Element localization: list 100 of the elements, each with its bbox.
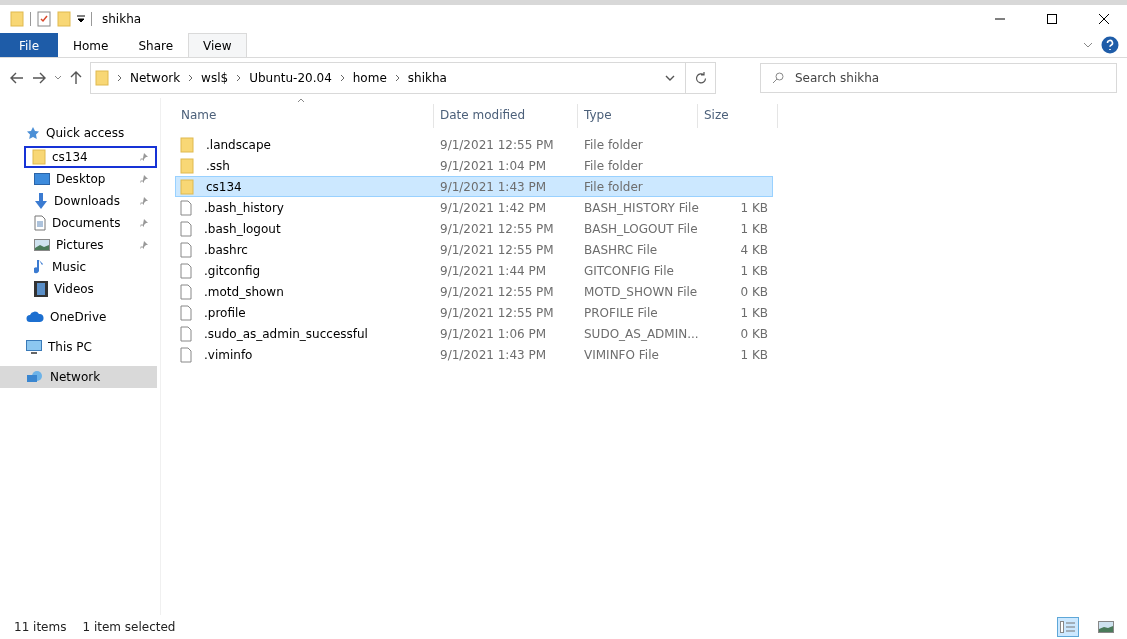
date-cell-text: 9/1/2021 1:06 PM — [439, 326, 548, 341]
nav-pane-item[interactable]: Documents — [0, 212, 157, 234]
recent-locations-button[interactable] — [54, 75, 62, 81]
back-button[interactable] — [10, 72, 24, 84]
date-cell-text: 9/1/2021 12:55 PM — [439, 284, 555, 299]
chevron-right-icon — [236, 74, 242, 82]
file-icon — [180, 220, 192, 237]
folder-icon — [95, 70, 109, 86]
breadcrumb-link[interactable]: Ubuntu-20.04 — [249, 71, 332, 85]
nav-pane-label: Network — [50, 370, 102, 384]
file-row[interactable]: .bashrc 9/1/2021 12:55 PM BASHRC File 4 KB — [175, 239, 773, 260]
date-cell-text: 9/1/2021 1:43 PM — [439, 179, 548, 194]
size-cell-text: 4 KB — [739, 242, 769, 257]
folder-icon — [180, 157, 194, 174]
nav-pane-label: Videos — [54, 282, 95, 296]
pin-icon[interactable] — [139, 240, 149, 250]
pin-icon[interactable] — [139, 152, 149, 162]
sort-ascending-icon — [297, 98, 305, 103]
nav-pane-item[interactable]: OneDrive — [0, 306, 157, 328]
size-cell-text: 1 KB — [739, 347, 769, 362]
music-note-icon — [34, 259, 46, 275]
column-header[interactable]: Size — [698, 104, 778, 128]
cloud-icon — [26, 311, 44, 323]
nav-pane-label: This PC — [48, 340, 93, 354]
file-menu-tab[interactable]: File — [0, 33, 58, 57]
ribbon-tab[interactable]: View — [188, 33, 247, 57]
file-row[interactable]: .landscape 9/1/2021 12:55 PM File folder — [175, 134, 773, 155]
chevron-right-icon — [339, 74, 345, 82]
type-cell-text: File folder — [583, 137, 644, 152]
properties-icon[interactable] — [37, 11, 51, 27]
date-cell-text: 9/1/2021 12:55 PM — [439, 242, 555, 257]
breadcrumb-link[interactable]: shikha — [407, 71, 447, 85]
file-row[interactable]: .viminfo 9/1/2021 1:43 PM VIMINFO File 1 KB — [175, 344, 773, 365]
type-cell-text: File folder — [583, 158, 644, 173]
file-name: .landscape — [205, 137, 271, 152]
ribbon-tab[interactable]: Home — [58, 33, 124, 57]
refresh-icon — [694, 72, 707, 84]
nav-pane-item[interactable]: Music — [0, 256, 157, 278]
date-cell-text: 9/1/2021 1:04 PM — [439, 158, 548, 173]
breadcrumb-link[interactable]: wsl$ — [201, 71, 229, 85]
file-row[interactable]: .gitconfig 9/1/2021 1:44 PM GITCONFIG File 1 KB — [175, 260, 773, 281]
item-count: 11 items — [14, 620, 67, 634]
size-cell-text: 0 KB — [739, 326, 769, 341]
ribbon-tab[interactable]: Share — [123, 33, 189, 57]
type-cell-text: BASH_LOGOUT File — [583, 221, 698, 236]
column-header[interactable]: Date modified — [434, 104, 578, 128]
dropdown-chevron-icon[interactable] — [665, 75, 675, 81]
breadcrumb-link[interactable]: home — [352, 71, 387, 85]
file-name: .bash_logout — [203, 221, 281, 236]
folder-icon — [180, 136, 194, 153]
type-cell-text: BASH_HISTORY File — [583, 200, 698, 215]
nav-pane-label: Downloads — [54, 194, 121, 208]
nav-pane-item[interactable]: Pictures — [0, 234, 157, 256]
close-icon — [1099, 14, 1109, 24]
details-view-button[interactable] — [1057, 617, 1079, 637]
pin-icon[interactable] — [139, 196, 149, 206]
nav-pane-item[interactable]: Downloads — [0, 190, 157, 212]
file-row[interactable]: .sudo_as_admin_successful 9/1/2021 1:06 PM SUDO_AS_ADMIN... 0 KB — [175, 323, 773, 344]
date-cell-text: 9/1/2021 1:43 PM — [439, 347, 548, 362]
dropdown-caret-icon[interactable] — [77, 15, 85, 23]
file-row[interactable]: cs134 9/1/2021 1:43 PM File folder — [175, 176, 773, 197]
file-icon — [180, 199, 192, 216]
column-header[interactable]: Name — [175, 104, 434, 128]
file-name: .gitconfig — [203, 263, 261, 278]
file-row[interactable]: .bash_logout 9/1/2021 12:55 PM BASH_LOGOUT File 1 KB — [175, 218, 773, 239]
pin-icon[interactable] — [139, 174, 149, 184]
file-row[interactable]: .profile 9/1/2021 12:55 PM PROFILE File 1 KB — [175, 302, 773, 323]
size-cell-text: 1 KB — [739, 221, 769, 236]
file-row[interactable]: .ssh 9/1/2021 1:04 PM File folder — [175, 155, 773, 176]
nav-pane-item[interactable]: Desktop — [0, 168, 157, 190]
forward-button[interactable] — [32, 72, 46, 84]
window-title: shikha — [102, 12, 143, 26]
pin-icon[interactable] — [139, 218, 149, 228]
nav-pane-item[interactable]: This PC — [0, 336, 157, 358]
file-name: .bash_history — [203, 200, 284, 215]
type-cell-text: SUDO_AS_ADMIN... — [583, 326, 698, 341]
address-bar[interactable]: Network wsl$ Ubuntu-20.04 home shikha — [90, 62, 716, 94]
help-icon[interactable] — [1101, 36, 1119, 54]
file-row[interactable]: .motd_shown 9/1/2021 12:55 PM MOTD_SHOWN File 0 KB — [175, 281, 773, 302]
type-cell-text: GITCONFIG File — [583, 263, 675, 278]
forward-arrow-icon — [32, 72, 46, 84]
up-button[interactable] — [70, 71, 82, 85]
file-icon — [180, 262, 192, 279]
column-header[interactable]: Type — [578, 104, 698, 128]
chevron-down-icon — [54, 75, 62, 81]
nav-pane-item[interactable]: cs134 — [24, 146, 157, 168]
star-icon — [26, 126, 40, 140]
breadcrumb-link[interactable]: Network — [130, 71, 181, 85]
file-icon — [180, 241, 192, 258]
size-cell-text: 0 KB — [739, 284, 769, 299]
expand-ribbon-chevron-icon[interactable] — [1083, 42, 1093, 48]
file-row[interactable]: .bash_history 9/1/2021 1:42 PM BASH_HISTORY File 1 KB — [175, 197, 773, 218]
date-cell-text: 9/1/2021 12:55 PM — [439, 305, 555, 320]
nav-pane-item[interactable]: Videos — [0, 278, 157, 300]
search-field[interactable]: Search shikha — [760, 63, 1117, 93]
nav-pane-item[interactable]: Quick access — [0, 122, 157, 144]
file-name: .viminfo — [203, 347, 253, 362]
nav-pane-item[interactable]: Network — [0, 366, 157, 388]
film-icon — [34, 281, 48, 297]
back-arrow-icon — [10, 72, 24, 84]
